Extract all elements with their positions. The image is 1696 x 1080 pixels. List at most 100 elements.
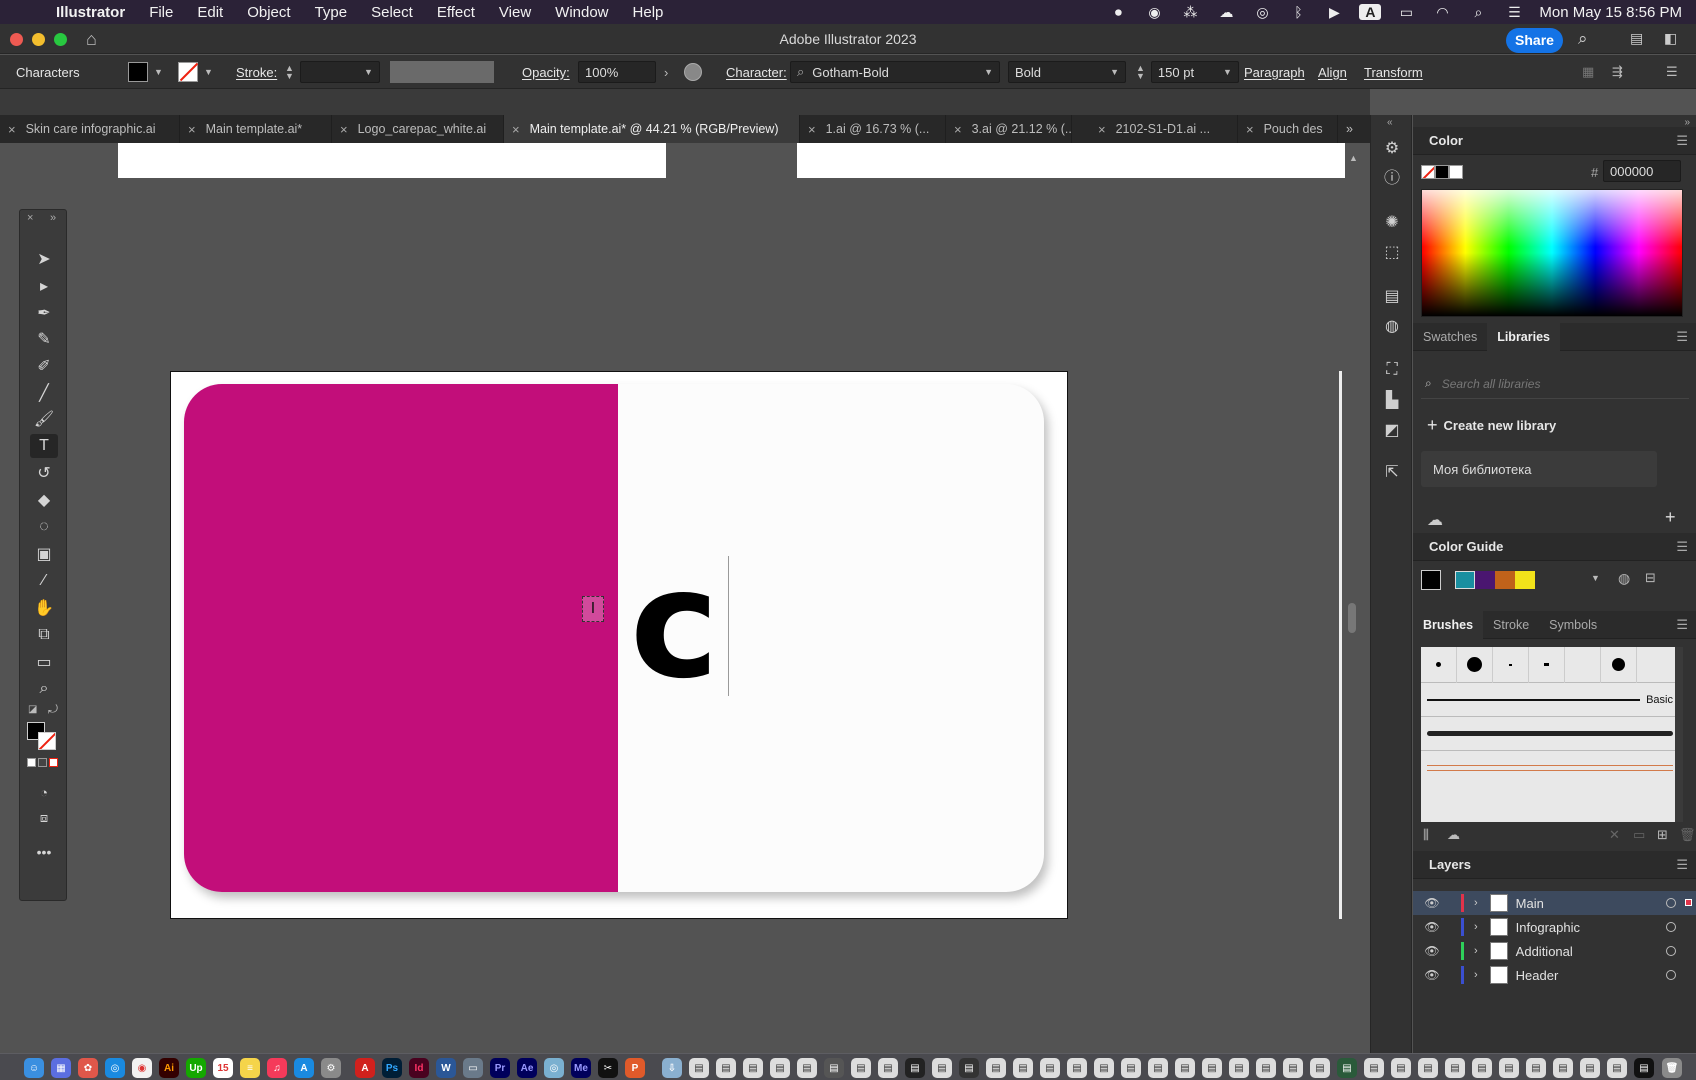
panel-menu-icon[interactable]: ☰ xyxy=(1676,329,1688,345)
layer-row-infographic[interactable]: 👁 › Infographic xyxy=(1413,915,1696,939)
downloads-folder-icon[interactable]: ⇩ xyxy=(662,1058,682,1078)
quicktime-icon[interactable]: ◎ xyxy=(544,1058,564,1078)
brush-libraries-menu-icon[interactable]: ⫼ xyxy=(1423,827,1429,843)
color-guide-swatch-3[interactable] xyxy=(1495,571,1515,589)
wifi-icon[interactable]: ◠ xyxy=(1431,4,1453,20)
default-colors-icon[interactable]: ◪ xyxy=(28,704,37,715)
brush-dash-small[interactable] xyxy=(1493,646,1529,683)
font-size-control[interactable]: ▲ ▼ 150 pt ▼ xyxy=(1136,55,1239,89)
color-guide-base-swatch[interactable] xyxy=(1421,570,1441,590)
direct-selection-tool-icon[interactable]: ▸ xyxy=(30,274,58,298)
recent-file-30-icon[interactable]: ▤ xyxy=(1472,1058,1492,1078)
color-guide-swatch-1[interactable] xyxy=(1455,571,1475,589)
opacity-label[interactable]: Opacity: xyxy=(522,55,570,89)
word-icon[interactable]: W xyxy=(436,1058,456,1078)
swap-colors-icon[interactable]: ⤾ xyxy=(48,702,58,717)
drawing-mode-icon[interactable]: ◔ xyxy=(30,780,58,804)
recent-file-16-icon[interactable]: ▤ xyxy=(1094,1058,1114,1078)
chevron-down-icon[interactable]: ▼ xyxy=(1223,67,1232,77)
recent-file-4-icon[interactable]: ▤ xyxy=(770,1058,790,1078)
close-icon[interactable]: × xyxy=(808,122,816,137)
stroke-color-control[interactable]: ▼ xyxy=(178,55,213,89)
upwork-icon[interactable]: ◉ xyxy=(1143,4,1165,20)
layer-row-header[interactable]: 👁 › Header xyxy=(1413,963,1696,987)
brush-dot-bold[interactable] xyxy=(1601,646,1637,683)
input-source-icon[interactable]: A xyxy=(1359,4,1382,20)
media-encoder-icon[interactable]: Me xyxy=(571,1058,591,1078)
stroke-label[interactable]: Stroke: xyxy=(236,55,277,89)
expand-panel-icon[interactable]: » xyxy=(50,212,56,224)
curvature-tool-icon[interactable]: ✎ xyxy=(30,327,58,351)
appearance-icon[interactable]: ✺ xyxy=(1381,211,1403,233)
recent-file-36-icon[interactable]: ▤ xyxy=(1634,1058,1654,1078)
font-style-control[interactable]: Bold ▼ xyxy=(1008,55,1126,89)
lasso-tool-icon[interactable]: ◌ xyxy=(30,515,58,539)
brush-dot-small[interactable] xyxy=(1421,646,1457,683)
chevron-down-icon[interactable]: ▼ xyxy=(204,67,213,77)
recent-file-26-icon[interactable]: ▤ xyxy=(1364,1058,1384,1078)
chevron-right-icon[interactable]: › xyxy=(1474,897,1478,909)
recolor-icon[interactable]: ◍ xyxy=(1618,570,1630,587)
canvas-scrollbar-track[interactable] xyxy=(1339,371,1342,919)
recent-file-24-icon[interactable]: ▤ xyxy=(1310,1058,1330,1078)
app-store-icon[interactable]: A xyxy=(294,1058,314,1078)
align-panel-icon[interactable]: ▙ xyxy=(1381,389,1403,411)
menu-view[interactable]: View xyxy=(487,4,543,21)
menu-window[interactable]: Window xyxy=(543,4,620,21)
control-center-icon[interactable]: ☰ xyxy=(1503,4,1525,20)
close-icon[interactable]: × xyxy=(8,122,16,137)
layers-panel-header[interactable]: Layers ☰ xyxy=(1413,851,1696,879)
fill-color-control[interactable]: ▼ xyxy=(128,55,163,89)
tab-brushes[interactable]: Brushes xyxy=(1413,610,1484,639)
rotate-tool-icon[interactable]: ↺ xyxy=(30,461,58,485)
black-swatch[interactable] xyxy=(1435,165,1449,179)
font-size-field[interactable]: 150 pt ▼ xyxy=(1150,61,1239,83)
finder-icon[interactable]: ☺ xyxy=(24,1058,44,1078)
eye-icon[interactable]: 👁 xyxy=(1419,896,1445,910)
menu-select[interactable]: Select xyxy=(359,4,425,21)
export-icon[interactable]: ⇱ xyxy=(1381,461,1403,483)
save-color-group-icon[interactable]: ⊟ xyxy=(1645,570,1656,586)
tab-1-ai[interactable]: × 1.ai @ 16.73 % (... xyxy=(800,115,946,143)
card-shape[interactable] xyxy=(184,384,1044,892)
tab-main-template-active[interactable]: × Main template.ai* @ 44.21 % (RGB/Previe… xyxy=(504,115,800,143)
color-guide-swatch-4[interactable] xyxy=(1515,571,1535,589)
align-link[interactable]: Align xyxy=(1318,55,1347,89)
recent-file-19-icon[interactable]: ▤ xyxy=(1175,1058,1195,1078)
chevron-right-icon[interactable]: › xyxy=(1474,921,1478,933)
scroll-up-icon[interactable]: ▲ xyxy=(1349,153,1358,163)
edit-toolbar-icon[interactable]: ••• xyxy=(30,840,58,864)
remove-brush-stroke-icon[interactable]: ✕ xyxy=(1609,827,1620,843)
record-icon[interactable]: ⏺ xyxy=(1107,4,1129,20)
chevron-down-icon[interactable]: ▼ xyxy=(984,67,993,77)
selection-indicator-icon[interactable] xyxy=(1685,899,1692,906)
menu-edit[interactable]: Edit xyxy=(185,4,235,21)
layer-row-main[interactable]: 👁 › Main xyxy=(1413,891,1696,915)
recent-file-28-icon[interactable]: ▤ xyxy=(1418,1058,1438,1078)
recent-file-31-icon[interactable]: ▤ xyxy=(1499,1058,1519,1078)
chevron-right-icon[interactable]: › xyxy=(1474,945,1478,957)
recent-file-2-icon[interactable]: ▤ xyxy=(716,1058,736,1078)
library-item[interactable]: Моя библиотека xyxy=(1421,451,1657,487)
menubar-datetime[interactable]: Mon May 15 8:56 PM xyxy=(1539,4,1682,21)
character-label[interactable]: Character: xyxy=(726,55,787,89)
artboards-panel-icon[interactable]: ⛶ xyxy=(1381,359,1403,381)
close-icon[interactable]: × xyxy=(188,122,196,137)
transparency-icon[interactable]: ◍ xyxy=(1381,315,1403,337)
gradient-mode-icon[interactable] xyxy=(38,758,47,767)
brush-library[interactable]: Basic xyxy=(1421,646,1679,822)
options-icon[interactable]: ▭ xyxy=(1633,827,1645,843)
stroke-box[interactable] xyxy=(38,732,56,750)
recent-file-17-icon[interactable]: ▤ xyxy=(1121,1058,1141,1078)
artboard-main[interactable] xyxy=(170,371,1068,919)
transform-link[interactable]: Transform xyxy=(1364,55,1423,89)
stroke-none-swatch[interactable] xyxy=(178,62,199,82)
properties-icon[interactable]: ⚙ xyxy=(1381,137,1403,159)
eraser-tool-icon[interactable]: ◆ xyxy=(30,488,58,512)
target-icon[interactable] xyxy=(1666,898,1676,908)
recent-file-23-icon[interactable]: ▤ xyxy=(1283,1058,1303,1078)
font-family-control[interactable]: ⌕ Gotham-Bold ▼ xyxy=(790,55,1000,89)
chevron-down-icon[interactable]: ▼ xyxy=(154,67,163,77)
artboard-partial-left[interactable] xyxy=(118,143,666,178)
menu-effect[interactable]: Effect xyxy=(425,4,487,21)
